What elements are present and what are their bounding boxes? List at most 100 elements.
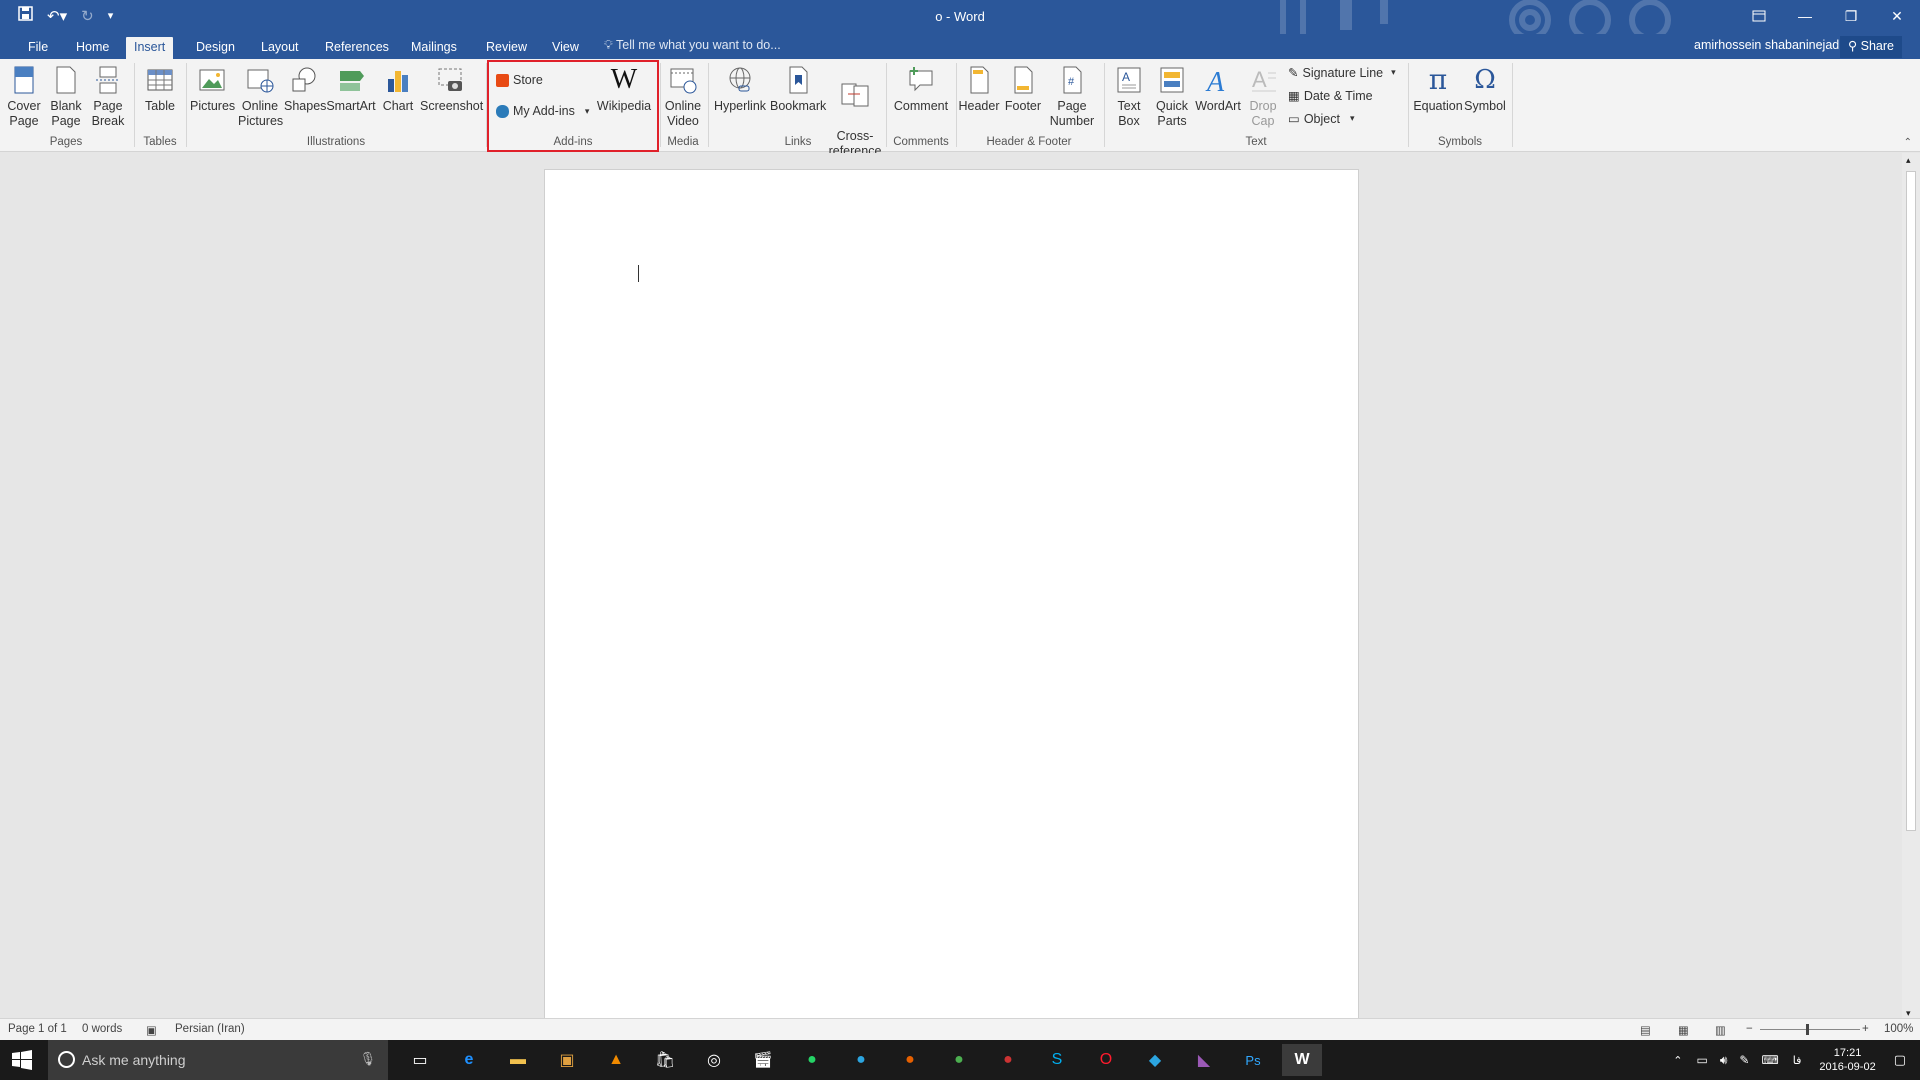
symbol-button[interactable]: Ω Symbol [1462, 61, 1508, 114]
tab-insert[interactable]: Insert [126, 37, 174, 59]
tables-group-label: Tables [143, 136, 177, 148]
groove-icon[interactable]: ◎ [694, 1044, 734, 1076]
user-name[interactable]: amirhossein shabaninejad [1694, 38, 1839, 52]
zoom-level[interactable]: 100% [1884, 1023, 1913, 1035]
whatsapp-icon[interactable]: ● [792, 1044, 832, 1076]
chrome-icon[interactable]: ● [939, 1044, 979, 1076]
tab-home[interactable]: Home [68, 37, 117, 59]
text-box-icon: A [1117, 67, 1141, 93]
minimize-icon[interactable]: — [1782, 0, 1828, 32]
page-number-button[interactable]: # Page Number [1046, 61, 1098, 129]
vlc-icon[interactable]: ▲ [596, 1044, 636, 1076]
word-app-icon[interactable]: W [1282, 1044, 1322, 1076]
input-language[interactable]: فا [1793, 1054, 1802, 1067]
clock-date: 2016-09-02 [1819, 1061, 1876, 1073]
tab-review[interactable]: Review [478, 37, 535, 59]
restore-icon[interactable]: ❐ [1828, 0, 1874, 32]
task-view-icon[interactable]: ▭ [400, 1044, 440, 1076]
proofing-icon[interactable]: ▣ [146, 1023, 157, 1037]
word-count[interactable]: 0 words [82, 1023, 122, 1035]
drop-cap-button[interactable]: A Drop Cap [1244, 61, 1282, 129]
scrollbar-thumb[interactable] [1906, 171, 1916, 831]
table-button[interactable]: Table [140, 61, 180, 114]
equation-button[interactable]: π Equation [1412, 61, 1464, 114]
clock-time: 17:21 [1833, 1047, 1862, 1059]
edge-icon[interactable]: e [449, 1044, 489, 1076]
media-app-icon[interactable]: ▣ [547, 1044, 587, 1076]
web-layout-icon[interactable]: ▥ [1715, 1023, 1726, 1037]
telegram-icon[interactable]: ● [841, 1044, 881, 1076]
keyboard-icon[interactable]: ⌨ [1761, 1053, 1778, 1067]
network-icon[interactable]: ▭ [1697, 1053, 1708, 1067]
opera-icon[interactable]: O [1086, 1044, 1126, 1076]
blank-page-button[interactable]: Blank Page [46, 61, 86, 129]
date-time-button[interactable]: ▦ Date & Time [1288, 88, 1373, 104]
wikipedia-button[interactable]: W Wikipedia [594, 61, 654, 114]
wordart-button[interactable]: A WordArt [1194, 61, 1242, 114]
store-button[interactable]: Store [496, 73, 543, 87]
language-indicator[interactable]: Persian (Iran) [175, 1023, 245, 1035]
hyperlink-button[interactable]: Hyperlink [712, 61, 768, 114]
online-video-button[interactable]: Online Video [662, 61, 704, 129]
read-mode-icon[interactable]: ▤ [1640, 1023, 1651, 1037]
movies-icon[interactable]: 🎬︎ [743, 1044, 783, 1076]
signature-line-button[interactable]: ✎ Signature Line ▾ [1288, 65, 1396, 81]
comment-button[interactable]: Comment [890, 61, 952, 114]
microphone-icon[interactable]: 🎙︎ [359, 1051, 376, 1067]
firefox-icon[interactable]: ● [890, 1044, 930, 1076]
bookmark-button[interactable]: Bookmark [770, 61, 826, 114]
scroll-up-icon[interactable]: ▴ [1906, 155, 1911, 166]
tab-file[interactable]: File [20, 37, 56, 59]
tab-design[interactable]: Design [188, 37, 243, 59]
shapes-button[interactable]: Shapes [284, 61, 326, 114]
print-layout-icon[interactable]: ▦ [1678, 1023, 1689, 1037]
visual-studio-icon[interactable]: ◣ [1184, 1044, 1224, 1076]
ribbon-display-icon[interactable] [1736, 0, 1782, 32]
zoom-out-icon[interactable]: − [1746, 1023, 1753, 1035]
table-icon [147, 69, 173, 91]
action-center-icon[interactable]: ▢ [1894, 1052, 1906, 1068]
tab-layout[interactable]: Layout [253, 37, 307, 59]
cover-page-button[interactable]: Cover Page [4, 61, 44, 129]
text-group-label: Text [1245, 136, 1267, 148]
app-icon[interactable]: ● [988, 1044, 1028, 1076]
clock[interactable]: 17:21 2016-09-02 [1819, 1046, 1875, 1074]
photoshop-icon[interactable]: Ps [1233, 1044, 1273, 1076]
document-page[interactable] [544, 169, 1359, 1021]
windows-start-icon[interactable] [12, 1050, 32, 1075]
object-button[interactable]: ▭ Object ▾ [1288, 111, 1354, 127]
pictures-button[interactable]: Pictures [190, 61, 235, 114]
tab-mailings[interactable]: Mailings [403, 37, 465, 59]
close-icon[interactable]: ✕ [1874, 0, 1920, 32]
collapse-ribbon-icon[interactable]: ⌃ [1904, 137, 1912, 148]
share-button[interactable]: ⚲ Share [1840, 36, 1902, 58]
chart-button[interactable]: Chart [378, 61, 418, 114]
store-app-icon[interactable]: 🛍︎ [645, 1044, 685, 1076]
zoom-slider-thumb[interactable] [1806, 1024, 1809, 1035]
quick-parts-button[interactable]: Quick Parts [1150, 61, 1194, 129]
footer-button[interactable]: Footer [1002, 61, 1044, 114]
tab-view[interactable]: View [544, 37, 587, 59]
skype-icon[interactable]: S [1037, 1044, 1077, 1076]
comment-icon [909, 67, 933, 92]
document-workspace [0, 153, 1920, 1021]
page-break-button[interactable]: Page Break [88, 61, 128, 129]
pen-icon[interactable]: ✎ [1739, 1053, 1749, 1067]
telegram-desktop-icon[interactable]: ◆ [1135, 1044, 1175, 1076]
file-explorer-icon[interactable]: ▬ [498, 1044, 538, 1076]
tell-me-box[interactable]: 💡︎ Tell me what you want to do... [604, 38, 781, 53]
zoom-slider[interactable] [1760, 1024, 1860, 1035]
screenshot-button[interactable]: Screenshot [420, 61, 483, 114]
tab-references[interactable]: References [317, 37, 397, 59]
online-pictures-button[interactable]: Online Pictures [238, 61, 283, 129]
volume-icon[interactable]: 🔊︎ [1720, 1053, 1728, 1068]
cortana-search-box[interactable]: Ask me anything 🎙︎ [48, 1040, 388, 1080]
text-box-button[interactable]: A Text Box [1108, 61, 1150, 129]
header-button[interactable]: Header [958, 61, 1000, 114]
vertical-scrollbar[interactable]: ▴ ▾ [1902, 153, 1920, 1021]
chevron-up-icon[interactable]: ⌃ [1673, 1054, 1682, 1067]
page-count[interactable]: Page 1 of 1 [8, 1023, 67, 1035]
zoom-in-icon[interactable]: + [1862, 1023, 1869, 1035]
smartart-button[interactable]: SmartArt [326, 61, 376, 114]
my-addins-button[interactable]: My Add-ins ▾ [496, 104, 589, 118]
